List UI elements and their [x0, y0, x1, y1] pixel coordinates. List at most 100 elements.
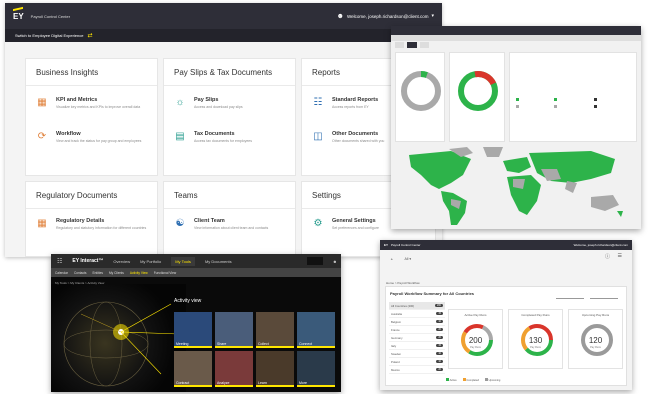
tab-my-documents[interactable]: My Documents [205, 259, 232, 264]
card-value: 130 [528, 336, 543, 345]
item-title: Tax Documents [194, 131, 235, 137]
item-title: Standard Reports [332, 97, 379, 103]
item-desc: Access and download pay slips [194, 105, 243, 109]
workflow-user[interactable]: Welcome, joseph.richardson@client.com [574, 243, 628, 247]
list-item[interactable]: France 20 [389, 326, 445, 334]
card-payslips-tax: Pay Slips & Tax Documents ☼ Pay Slips Acc… [163, 58, 296, 176]
item-title: KPI and Metrics [56, 97, 98, 103]
nav-contacts[interactable]: Contacts [74, 271, 87, 275]
tab[interactable] [419, 42, 430, 48]
nav-my-clients[interactable]: My Clients [109, 271, 124, 275]
card-teams: Teams ☯ Client Team View information abou… [163, 181, 296, 257]
list-item[interactable]: Germany 20 [389, 334, 445, 342]
tile-collect[interactable]: Collect [256, 312, 294, 348]
team-icon: ☯ [175, 218, 185, 229]
legend-item: Completed [462, 378, 479, 382]
card-regulatory: Regulatory Documents ▦ Regulatory Detail… [25, 181, 158, 257]
user-menu[interactable]: ☻ Welcome, joseph.richardson@client.com … [337, 13, 434, 20]
nav-entities[interactable]: Entities [93, 271, 103, 275]
interact-brand: EY Interact™ [72, 258, 104, 264]
interact-header: ☷ EY Interact™ Overview My Portfolio My … [51, 254, 341, 268]
grey-donut-panel [395, 52, 445, 142]
active-payruns-card[interactable]: Active Pay Runs 200 Pay Runs [448, 309, 503, 369]
chevron-down-icon: ▾ [409, 257, 412, 261]
kpi-metrics-link[interactable]: ▦ KPI and Metrics Visualize key metrics a… [36, 97, 156, 109]
tile-label: Contract [176, 381, 190, 385]
workflow-link[interactable]: ⟳ Workflow View and track the status for … [36, 131, 156, 143]
list-item[interactable]: Australia 15 [389, 310, 445, 318]
report-icon: ☷ [313, 97, 323, 108]
regulatory-details-link[interactable]: ▦ Regulatory Details Regulatory and statu… [36, 218, 156, 230]
payroll-portal-window: EY Payroll Control Center ☻ Welcome, jos… [5, 3, 442, 257]
tile-label: Connect [299, 342, 313, 346]
tax-document-icon: ▤ [175, 131, 185, 142]
tile-label: Analyze [217, 381, 230, 385]
tile-more[interactable]: More [297, 351, 335, 387]
tile-learn[interactable]: Learn [256, 351, 294, 387]
chevron-down-icon: ▾ [431, 13, 434, 19]
card-title: Business Insights [36, 68, 99, 77]
tab-overview[interactable]: Overview [113, 259, 130, 264]
card-business-insights: Business Insights ▦ KPI and Metrics Visua… [25, 58, 158, 176]
portal-header: EY Payroll Control Center ☻ Welcome, jos… [5, 3, 442, 29]
payroll-workflow-window: EY Payroll Control Center Welcome, josep… [380, 240, 632, 390]
item-desc: Access reports from EY [332, 105, 369, 109]
tab[interactable] [395, 42, 405, 48]
dashboard-tabs [391, 41, 641, 49]
grid-menu-icon[interactable]: ☷ [57, 258, 62, 265]
tab-active[interactable] [407, 42, 417, 48]
card-caption: Pay Runs [590, 346, 601, 349]
tile-label: More [299, 381, 307, 385]
nav-calendar[interactable]: Calendar [55, 271, 68, 275]
list-item[interactable]: Sweden 10 [389, 350, 445, 358]
tab-my-portfolio[interactable]: My Portfolio [140, 259, 161, 264]
filter-value: All [404, 257, 409, 261]
nav-functional-view[interactable]: Functional View [154, 271, 176, 275]
portal-title: Payroll Control Center [30, 13, 71, 19]
completed-payruns-card[interactable]: Completed Pay Runs 130 Pay Runs [508, 309, 563, 369]
item-desc: Regulatory and statutory information for… [56, 226, 147, 230]
tab-my-tools[interactable]: My Tools [171, 256, 195, 266]
workflow-icon: ⟳ [37, 131, 47, 142]
card-caption: Pay Runs [530, 346, 541, 349]
profile-badge[interactable] [306, 257, 323, 265]
switch-link[interactable]: Switch to Employee Digital Experience [15, 33, 83, 38]
list-item[interactable]: Belgium 10 [389, 318, 445, 326]
interact-subnav: Calendar Contacts Entities My Clients Ac… [51, 268, 341, 277]
tile-contract[interactable]: Contract [174, 351, 212, 387]
item-desc: Access tax documents for employees [194, 139, 252, 143]
switch-bar: Switch to Employee Digital Experience ⇄ [5, 29, 442, 42]
tax-documents-link[interactable]: ▤ Tax Documents Access tax documents for … [174, 131, 294, 143]
date-from-input[interactable] [556, 293, 584, 299]
card-title: Upcoming Pay Runs [581, 313, 610, 317]
workflow-header: EY Payroll Control Center Welcome, josep… [380, 240, 632, 250]
workflow-header-title: Payroll Control Center [391, 243, 421, 247]
list-item[interactable]: Mexico 20 [389, 366, 445, 374]
list-item[interactable]: Poland 10 [389, 358, 445, 366]
country-filter[interactable]: ▲ All ▾ [390, 257, 411, 261]
card-caption: Pay Runs [470, 346, 481, 349]
menu-icon[interactable]: ☰ [618, 253, 622, 259]
regulatory-icon: ▦ [37, 218, 47, 229]
card-value: 120 [588, 336, 603, 345]
item-desc: Other documents shared with you [332, 139, 385, 143]
status-legend: Active Completed Upcoming [446, 378, 500, 382]
grey-donut-chart [401, 71, 441, 111]
item-title: Workflow [56, 131, 81, 137]
tile-meeting[interactable]: Meeting [174, 312, 212, 348]
date-to-input[interactable] [590, 293, 618, 299]
upcoming-payruns-card[interactable]: Upcoming Pay Runs 120 Pay Runs [568, 309, 623, 369]
breadcrumb: Home > Payroll Workflow [386, 281, 420, 285]
tile-analyze[interactable]: Analyze [215, 351, 253, 387]
dashboard-window [391, 26, 641, 229]
tile-share[interactable]: Share [215, 312, 253, 348]
pay-slips-link[interactable]: ☼ Pay Slips Access and download pay slips [174, 97, 294, 109]
user-icon[interactable]: ☻ [333, 259, 337, 264]
list-item[interactable]: Italy 15 [389, 342, 445, 350]
tile-connect[interactable]: Connect [297, 312, 335, 348]
nav-activity-view[interactable]: Activity View [130, 271, 148, 275]
list-item[interactable]: All Countries (200) 200 [389, 302, 445, 310]
refresh-icon[interactable]: ⓘ [605, 253, 610, 260]
client-team-link[interactable]: ☯ Client Team View information about clie… [174, 218, 294, 230]
green-donut-panel [449, 52, 505, 142]
